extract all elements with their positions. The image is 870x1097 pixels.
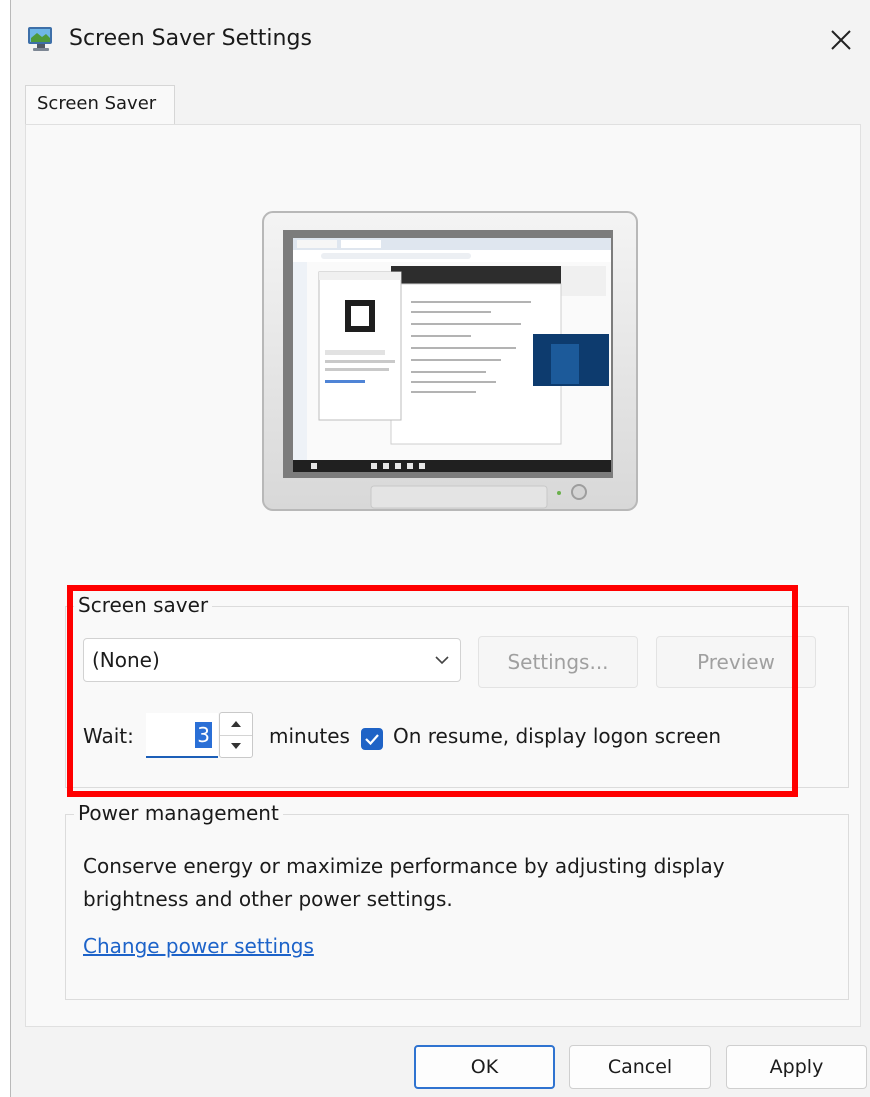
- window-title: Screen Saver Settings: [69, 26, 312, 51]
- tab-screen-saver[interactable]: Screen Saver: [25, 85, 175, 125]
- cancel-button[interactable]: Cancel: [569, 1045, 711, 1089]
- power-description: Conserve energy or maximize performance …: [83, 854, 725, 911]
- screen-saver-dialog: Screen Saver Settings Screen Saver Scree…: [10, 0, 870, 1097]
- highlight-box: [67, 585, 798, 797]
- ok-button[interactable]: OK: [414, 1045, 555, 1089]
- monitor-app-icon: [28, 27, 52, 51]
- apply-button[interactable]: Apply: [726, 1045, 867, 1089]
- power-management-group-label: Power management: [74, 801, 283, 825]
- close-icon[interactable]: [823, 22, 859, 58]
- monitor-preview: [262, 211, 638, 511]
- title-bar: Screen Saver Settings: [11, 0, 870, 80]
- change-power-settings-link[interactable]: Change power settings: [83, 934, 314, 958]
